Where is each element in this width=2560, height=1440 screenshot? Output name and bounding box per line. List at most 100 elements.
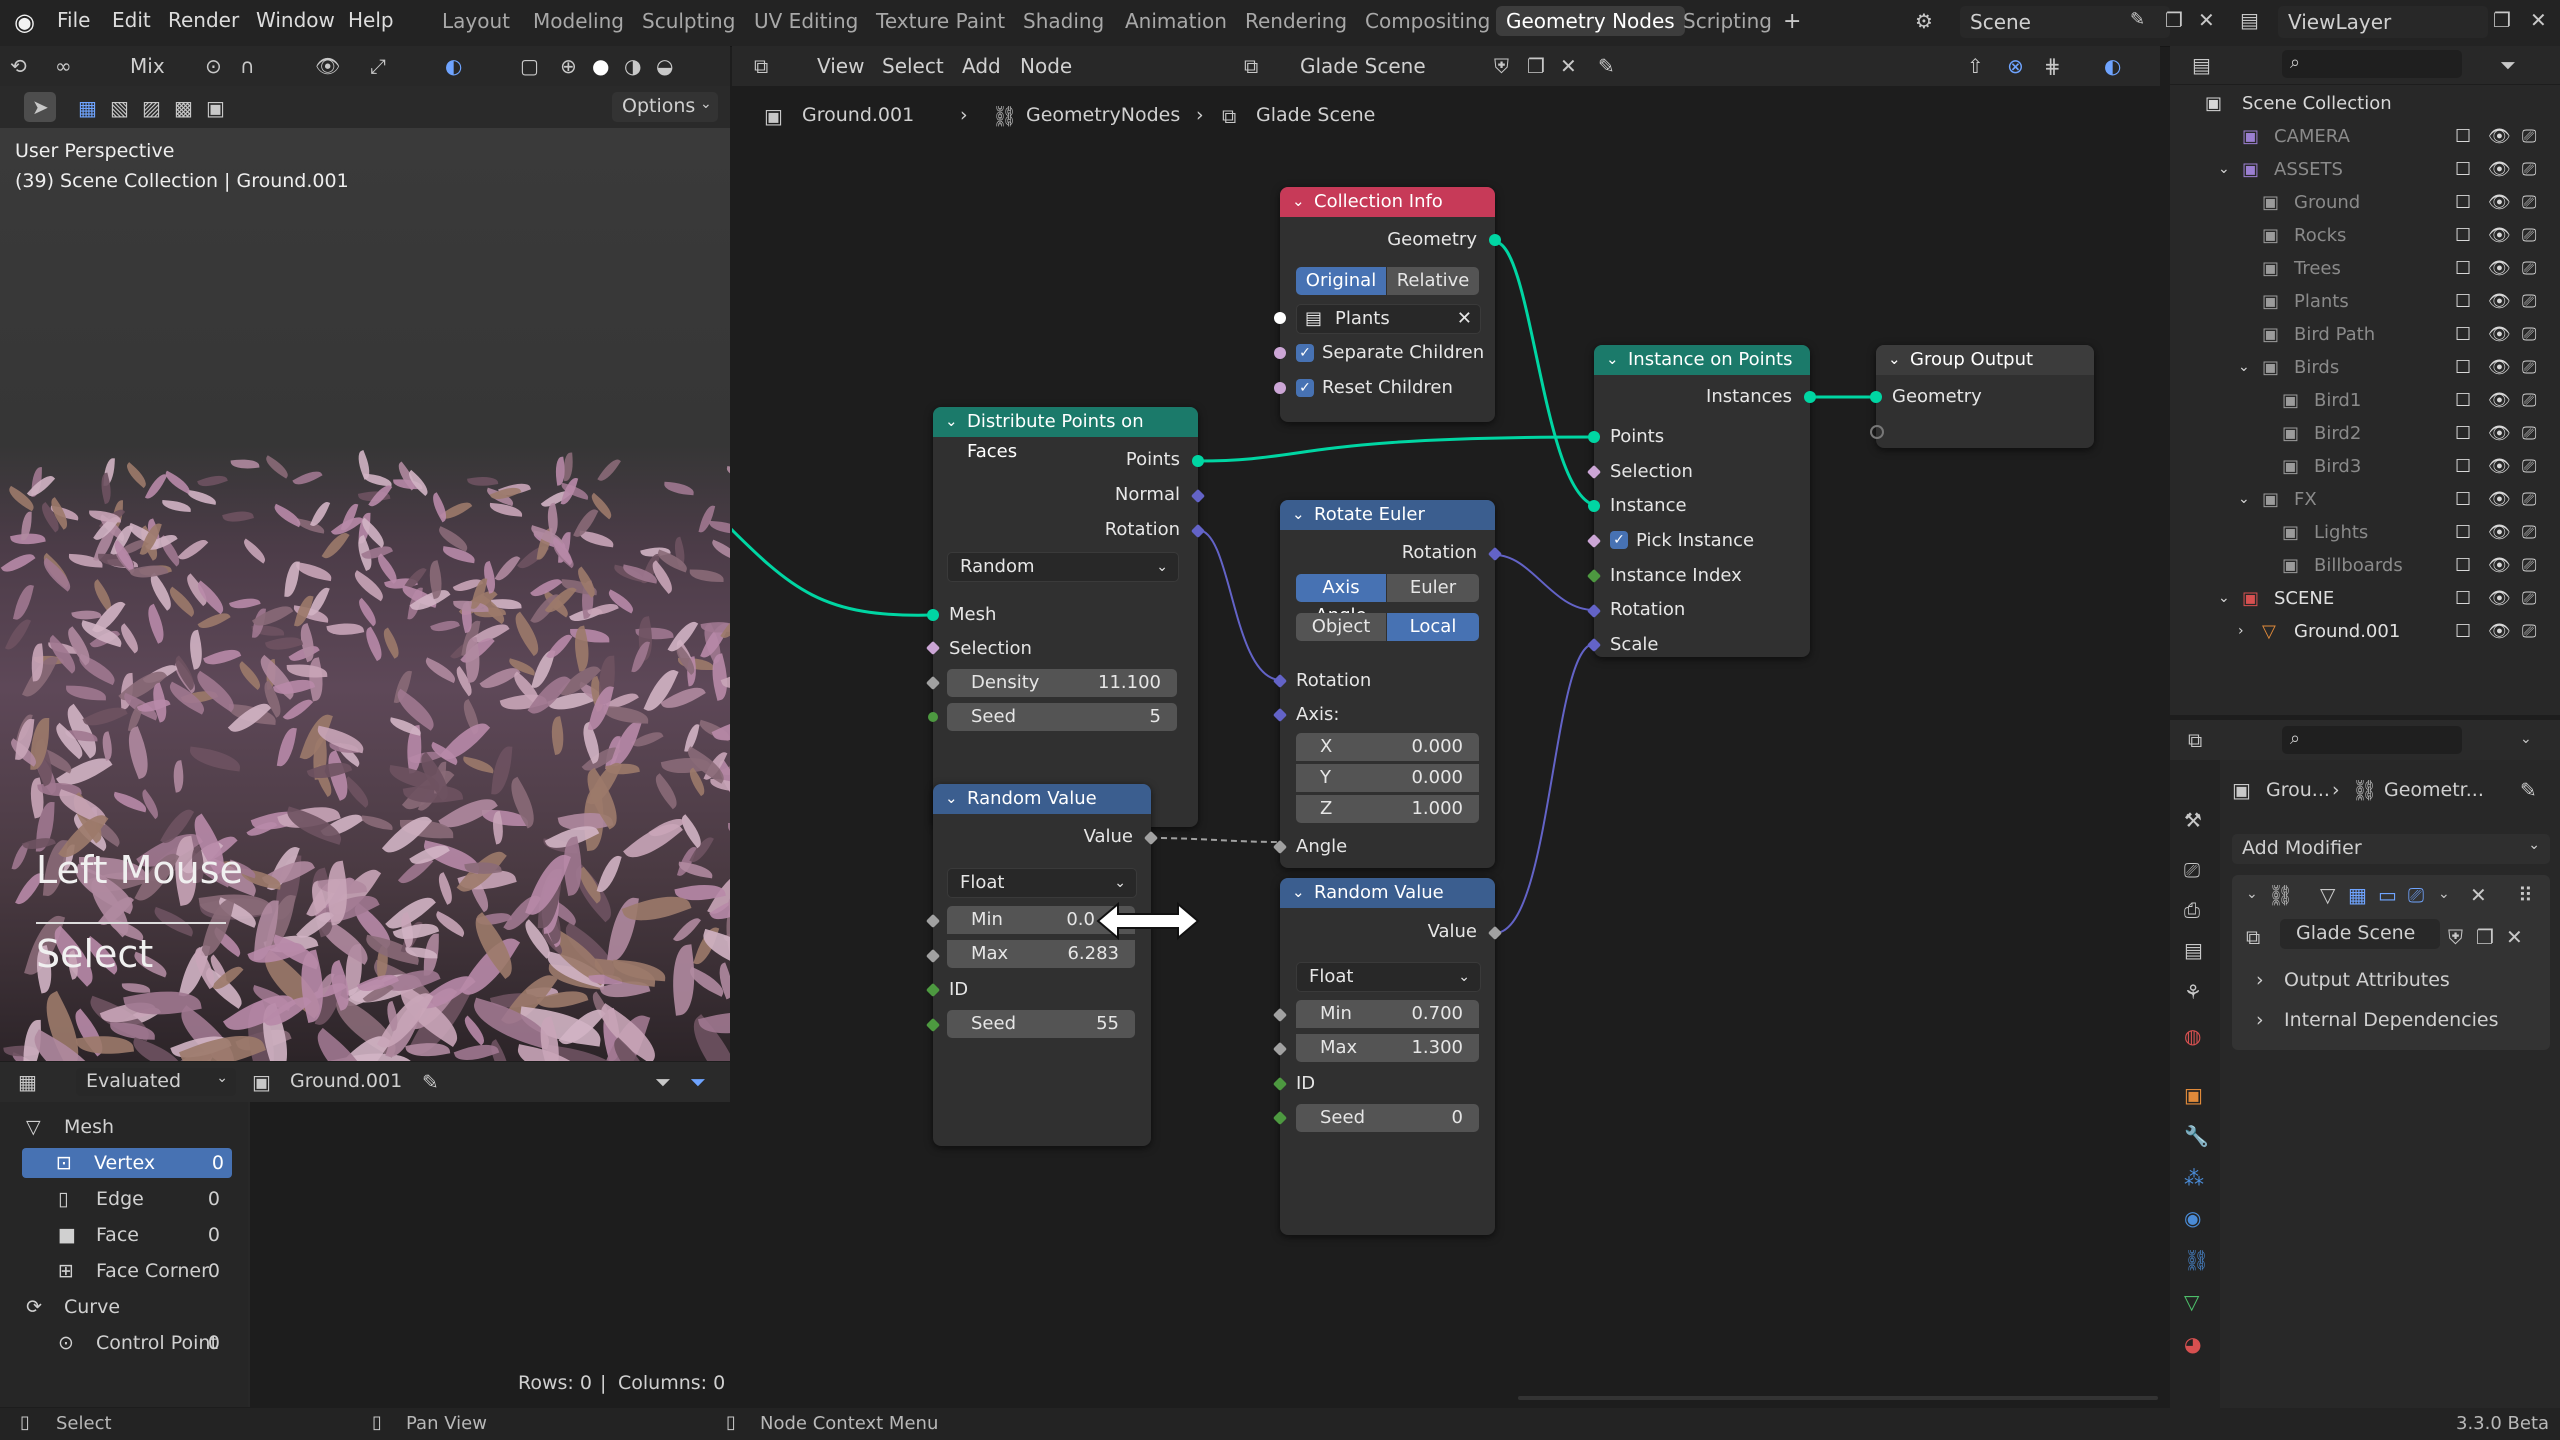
chevron-down-icon[interactable]: ⌄ [2438, 887, 2450, 901]
space-object-button[interactable]: Object [1296, 613, 1386, 641]
collapse-icon[interactable]: ⌄ [1292, 877, 1305, 907]
node-menu-add[interactable]: Add [962, 54, 1001, 78]
material-shading-icon[interactable]: ◑ [624, 56, 641, 76]
editor-type-icon[interactable]: ▦ [18, 1072, 37, 1092]
tab-layout[interactable]: Layout [442, 9, 510, 33]
socket-in-geometry[interactable] [1870, 391, 1882, 403]
modifier-tab-icon[interactable]: 🔧 [2184, 1126, 2209, 1146]
outliner-item[interactable]: ▣ Rocks ☐ 👁 ⎚ [2170, 219, 2560, 252]
camera-icon[interactable]: ⎚ [2522, 483, 2536, 516]
3d-viewport[interactable]: User Perspective (39) Scene Collection |… [0, 128, 730, 1061]
node-editor-scrollbar[interactable] [1518, 1396, 2158, 1400]
view-layer-icon[interactable]: ▤ [2240, 10, 2259, 30]
falloff-icon[interactable]: ∩ [240, 56, 255, 76]
node-instance-on-points[interactable]: ⌄ Instance on Points Instances Points Sel… [1586, 344, 1816, 657]
outliner-item[interactable]: ⌄ ▣ ASSETS ☐ 👁 ⎚ [2170, 153, 2560, 186]
pin-icon[interactable]: ✎ [2130, 11, 2145, 29]
seed-field[interactable]: Seed 5 [947, 703, 1177, 731]
outliner-item[interactable]: ▣ Lights ☐ 👁 ⎚ [2170, 516, 2560, 549]
tab-animation[interactable]: Animation [1125, 9, 1227, 33]
separate-children-checkbox[interactable]: ✓ [1296, 344, 1314, 362]
eye-icon[interactable]: 👁 [2488, 582, 2511, 615]
menu-file[interactable]: File [57, 8, 90, 32]
reset-children-checkbox[interactable]: ✓ [1296, 379, 1314, 397]
eye-icon[interactable]: 👁 [2488, 450, 2511, 483]
menu-window[interactable]: Window [256, 8, 335, 32]
filter-icon[interactable]: ⏷ [2500, 55, 2516, 75]
physics-tab-icon[interactable]: ◉ [2184, 1208, 2201, 1228]
checkbox-icon[interactable]: ☐ [2455, 549, 2471, 582]
realtime-icon[interactable]: ▭ [2378, 885, 2397, 905]
object-tab-icon[interactable]: ▣ [2184, 1085, 2203, 1105]
camera-icon[interactable]: ⎚ [2522, 153, 2536, 186]
select-intersect-icon[interactable]: ▣ [206, 98, 225, 118]
outliner-item[interactable]: ⌄ ▣ Birds ☐ 👁 ⎚ [2170, 351, 2560, 384]
checkbox-icon[interactable]: ☐ [2455, 450, 2471, 483]
socket-out-points[interactable] [1192, 455, 1204, 467]
tab-geometry-nodes[interactable]: Geometry Nodes [1496, 6, 1685, 36]
material-tab-icon[interactable]: ◕ [2184, 1334, 2201, 1354]
outliner-item[interactable]: ▣ Trees ☐ 👁 ⎚ [2170, 252, 2560, 285]
view-layer-selector[interactable]: ViewLayer [2278, 6, 2488, 38]
outliner-item[interactable]: ▣ Bird3 ☐ 👁 ⎚ [2170, 450, 2560, 483]
expand-icon[interactable]: › [2238, 615, 2244, 648]
transform-icon[interactable]: ⟲ [10, 56, 27, 76]
blender-logo-icon[interactable]: ◉ [14, 10, 35, 34]
checkbox-icon[interactable]: ☐ [2455, 351, 2471, 384]
outliner-item[interactable]: ⌄ ▣ SCENE ☐ 👁 ⎚ [2170, 582, 2560, 615]
select-extend-icon[interactable]: ▧ [110, 98, 129, 118]
mode-original-button[interactable]: Original [1296, 267, 1386, 295]
axis-z-field[interactable]: Z 1.000 [1296, 795, 1479, 823]
outliner-item[interactable]: ▣ Bird1 ☐ 👁 ⎚ [2170, 384, 2560, 417]
new-view-layer-icon[interactable]: ❐ [2493, 10, 2511, 30]
delete-view-layer-icon[interactable]: ✕ [2530, 10, 2547, 30]
duplicate-icon[interactable]: ❐ [2476, 927, 2494, 947]
tab-modeling[interactable]: Modeling [533, 9, 624, 33]
socket-out-instances[interactable] [1804, 391, 1816, 403]
camera-icon[interactable]: ⎚ [2522, 219, 2536, 252]
domain-item[interactable]: ⊞ Face Corner 0 [0, 1256, 232, 1286]
distribute-method-dropdown[interactable]: Random ⌄ [947, 552, 1179, 582]
overlay-node-icon[interactable]: ◐ [2104, 56, 2121, 76]
pivot-icon[interactable]: ⊙ [205, 56, 222, 76]
collapse-icon[interactable]: ⌄ [1606, 344, 1619, 374]
properties-search-input[interactable]: ⌕ [2282, 726, 2462, 754]
type-euler-button[interactable]: Euler [1387, 574, 1479, 602]
eye-icon[interactable]: 👁 [2488, 120, 2511, 153]
tool-tab-icon[interactable]: ⚒ [2184, 810, 2202, 830]
on-cage-icon[interactable]: ▦ [2348, 885, 2367, 905]
pin-icon[interactable]: ✎ [2520, 780, 2537, 800]
checkbox-icon[interactable]: ☐ [2455, 153, 2471, 186]
editor-type-icon[interactable]: ⧉ [754, 56, 768, 76]
camera-icon[interactable]: ⎚ [2522, 285, 2536, 318]
unlink-tree-icon[interactable]: ✕ [1560, 56, 1577, 76]
checkbox-icon[interactable]: ☐ [2455, 384, 2471, 417]
tab-shading[interactable]: Shading [1023, 9, 1104, 33]
checkbox-icon[interactable]: ☐ [2455, 483, 2471, 516]
tab-scripting[interactable]: Scripting [1683, 9, 1772, 33]
socket-in-separate[interactable] [1274, 347, 1286, 359]
socket-in-points[interactable] [1588, 431, 1600, 443]
solid-shading-icon[interactable]: ● [592, 56, 609, 76]
camera-icon[interactable]: ⎚ [2522, 318, 2536, 351]
random2-seed-field[interactable]: Seed 0 [1296, 1104, 1479, 1132]
eye-icon[interactable]: 👁 [2488, 615, 2511, 648]
outliner-item[interactable]: ▣ Bird Path ☐ 👁 ⎚ [2170, 318, 2560, 351]
eye-icon[interactable]: 👁 [2488, 483, 2511, 516]
scene-tab-icon[interactable]: ⚘ [2184, 982, 2202, 1002]
clear-collection-icon[interactable]: ✕ [1457, 305, 1472, 333]
node-menu-view[interactable]: View [817, 54, 864, 78]
node-header-random-1[interactable]: ⌄ Random Value [933, 784, 1151, 814]
expand-icon[interactable]: ⌄ [2238, 483, 2250, 516]
edit-mode-icon[interactable]: ▽ [2320, 885, 2335, 905]
options-dropdown[interactable]: Options ⌄ [612, 92, 718, 122]
data-tab-icon[interactable]: ▽ [2184, 1292, 2199, 1312]
snap-node-icon[interactable]: ⊗ [2007, 56, 2024, 76]
node-random-value-2[interactable]: ⌄ Random Value Value Float ⌄ Min 0.700 Max… [1272, 877, 1503, 1235]
pin-icon[interactable]: ✎ [422, 1072, 439, 1092]
visibility-icon[interactable]: 👁 [315, 56, 340, 76]
socket-in-instance[interactable] [1588, 500, 1600, 512]
camera-icon[interactable]: ⎚ [2522, 417, 2536, 450]
view-layer-tab-icon[interactable]: ▤ [2184, 940, 2203, 960]
domain-item[interactable]: ▽ Mesh [0, 1112, 232, 1142]
